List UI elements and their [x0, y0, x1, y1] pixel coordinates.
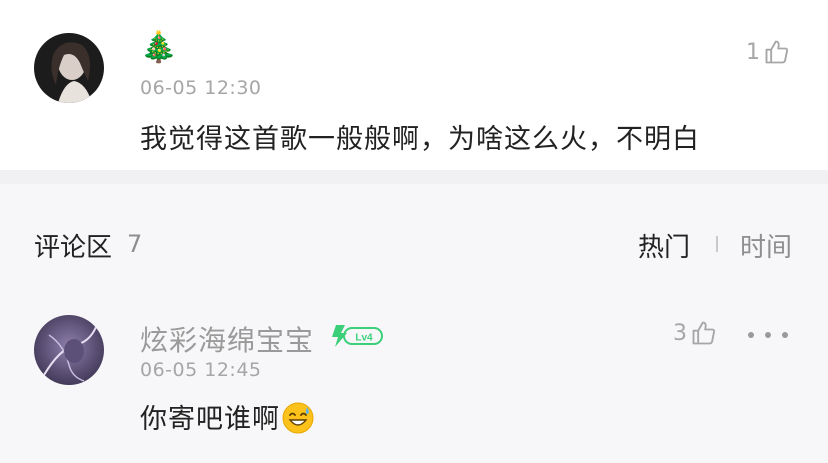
dot-icon — [765, 332, 771, 338]
comment-text: 你寄吧谁啊 — [140, 397, 314, 436]
comment-timestamp: 06-05 12:30 — [140, 77, 262, 99]
comment-text-body: 你寄吧谁啊 — [140, 404, 280, 435]
level-text: Lv4 — [355, 333, 373, 344]
dot-icon — [748, 332, 754, 338]
level-badge: Lv4 — [332, 325, 383, 347]
christmas-tree-icon: 🎄 — [140, 30, 178, 65]
comment-item: 炫彩海绵宝宝 Lv4 3 06-05 12:45 你寄吧谁啊 — [0, 300, 828, 463]
sort-time-tab[interactable]: 时间 — [740, 227, 792, 264]
like-button[interactable]: 3 — [673, 319, 718, 347]
dot-icon — [782, 332, 788, 338]
comment-section-header: 评论区 7 热门 时间 — [0, 184, 828, 300]
avatar[interactable] — [34, 33, 104, 103]
thumbs-up-icon — [765, 40, 789, 64]
avatar[interactable] — [34, 315, 104, 385]
sort-separator — [716, 236, 718, 252]
username[interactable]: 炫彩海绵宝宝 — [140, 319, 314, 359]
sort-hot-tab[interactable]: 热门 — [638, 227, 690, 264]
more-options-button[interactable] — [748, 329, 788, 341]
avatar-image — [34, 33, 104, 103]
like-count: 1 — [746, 39, 760, 65]
sweat-smile-emoji-icon — [282, 402, 314, 434]
like-count: 3 — [673, 320, 687, 346]
comment-timestamp: 06-05 12:45 — [140, 359, 262, 381]
like-button[interactable]: 1 — [746, 38, 791, 66]
section-title: 评论区 — [34, 233, 113, 263]
section-divider — [0, 170, 828, 184]
comment-item: 🎄 06-05 12:30 我觉得这首歌一般般啊，为啥这么火，不明白 1 — [0, 0, 828, 170]
comment-text: 我觉得这首歌一般般啊，为啥这么火，不明白 — [140, 124, 700, 155]
thumbs-up-icon — [692, 321, 716, 345]
avatar-image — [34, 315, 104, 385]
comment-count: 7 — [127, 230, 143, 258]
